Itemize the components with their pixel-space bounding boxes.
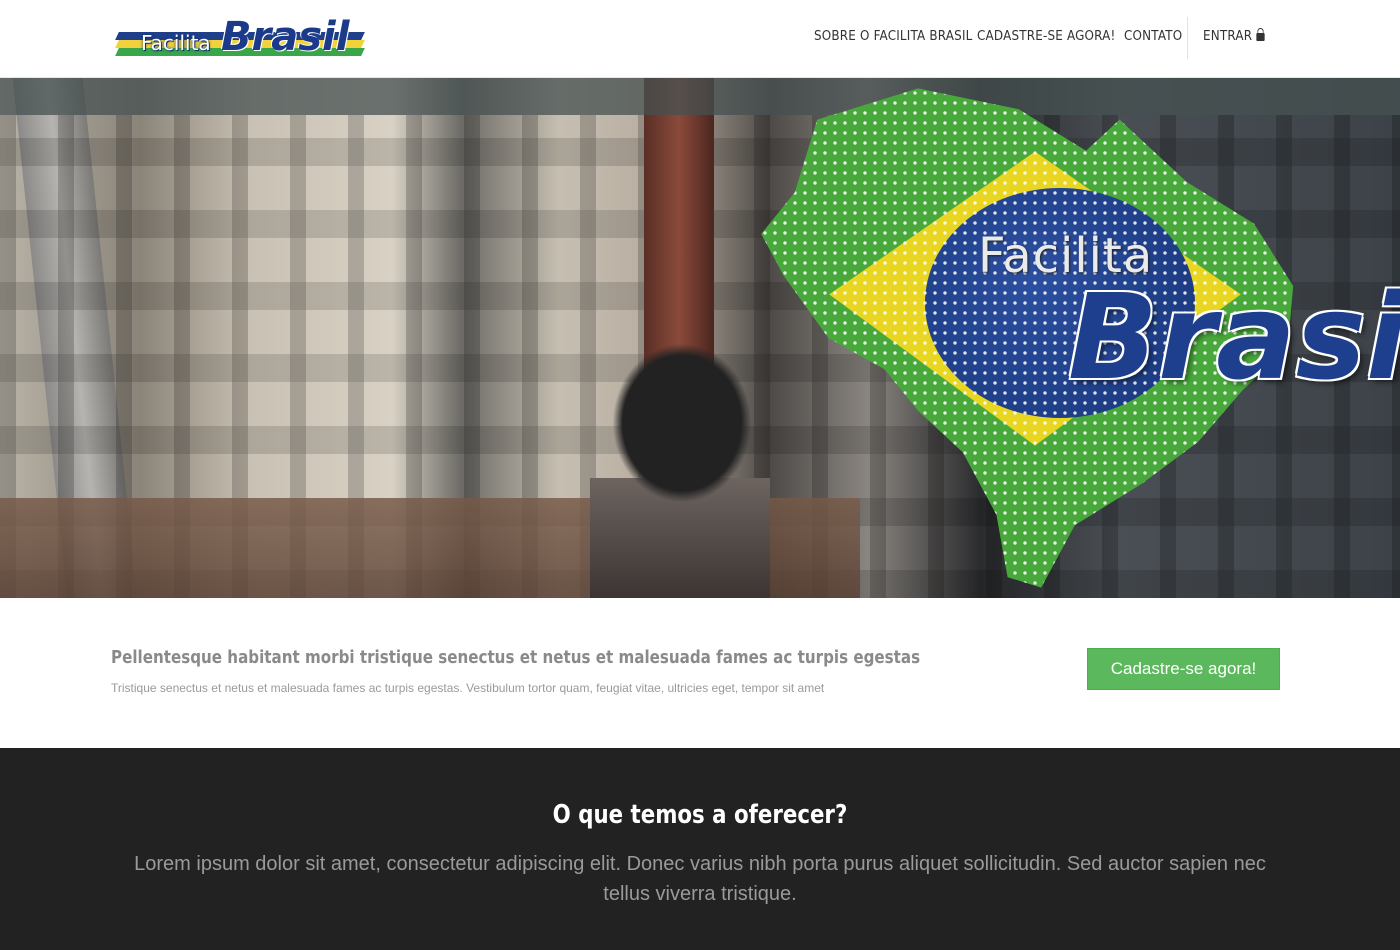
offer-text: Lorem ipsum dolor sit amet, consectetur … — [134, 853, 1266, 905]
logo-text-small: Facilita — [141, 31, 211, 55]
nav-login[interactable]: ENTRAR — [1203, 28, 1265, 44]
site-header: Facilita Brasil SOBRE O FACILITA BRASIL … — [0, 0, 1400, 78]
hero-logo-big: Brasil — [1068, 268, 1400, 406]
cta-subtitle: Tristique senectus et netus et malesuada… — [111, 681, 825, 695]
logo-text-big: Brasil — [221, 14, 350, 60]
offer-title: O que temos a oferecer? — [552, 800, 848, 830]
register-button[interactable]: Cadastre-se agora! — [1087, 648, 1280, 690]
nav-about[interactable]: SOBRE O FACILITA BRASIL — [814, 29, 973, 44]
hero-banner: Facilita Brasil — [0, 78, 1400, 598]
offer-section: O que temos a oferecer? Lorem ipsum dolo… — [0, 748, 1400, 950]
nav-register[interactable]: CADASTRE-SE AGORA! — [977, 29, 1116, 44]
lock-icon — [1255, 28, 1265, 41]
nav-divider — [1187, 17, 1188, 59]
site-logo[interactable]: Facilita Brasil — [115, 14, 365, 62]
nav-contact[interactable]: CONTATO — [1124, 29, 1182, 44]
hero-statue — [612, 343, 752, 503]
nav-login-label: ENTRAR — [1203, 29, 1253, 44]
cta-title: Pellentesque habitant morbi tristique se… — [111, 647, 921, 668]
